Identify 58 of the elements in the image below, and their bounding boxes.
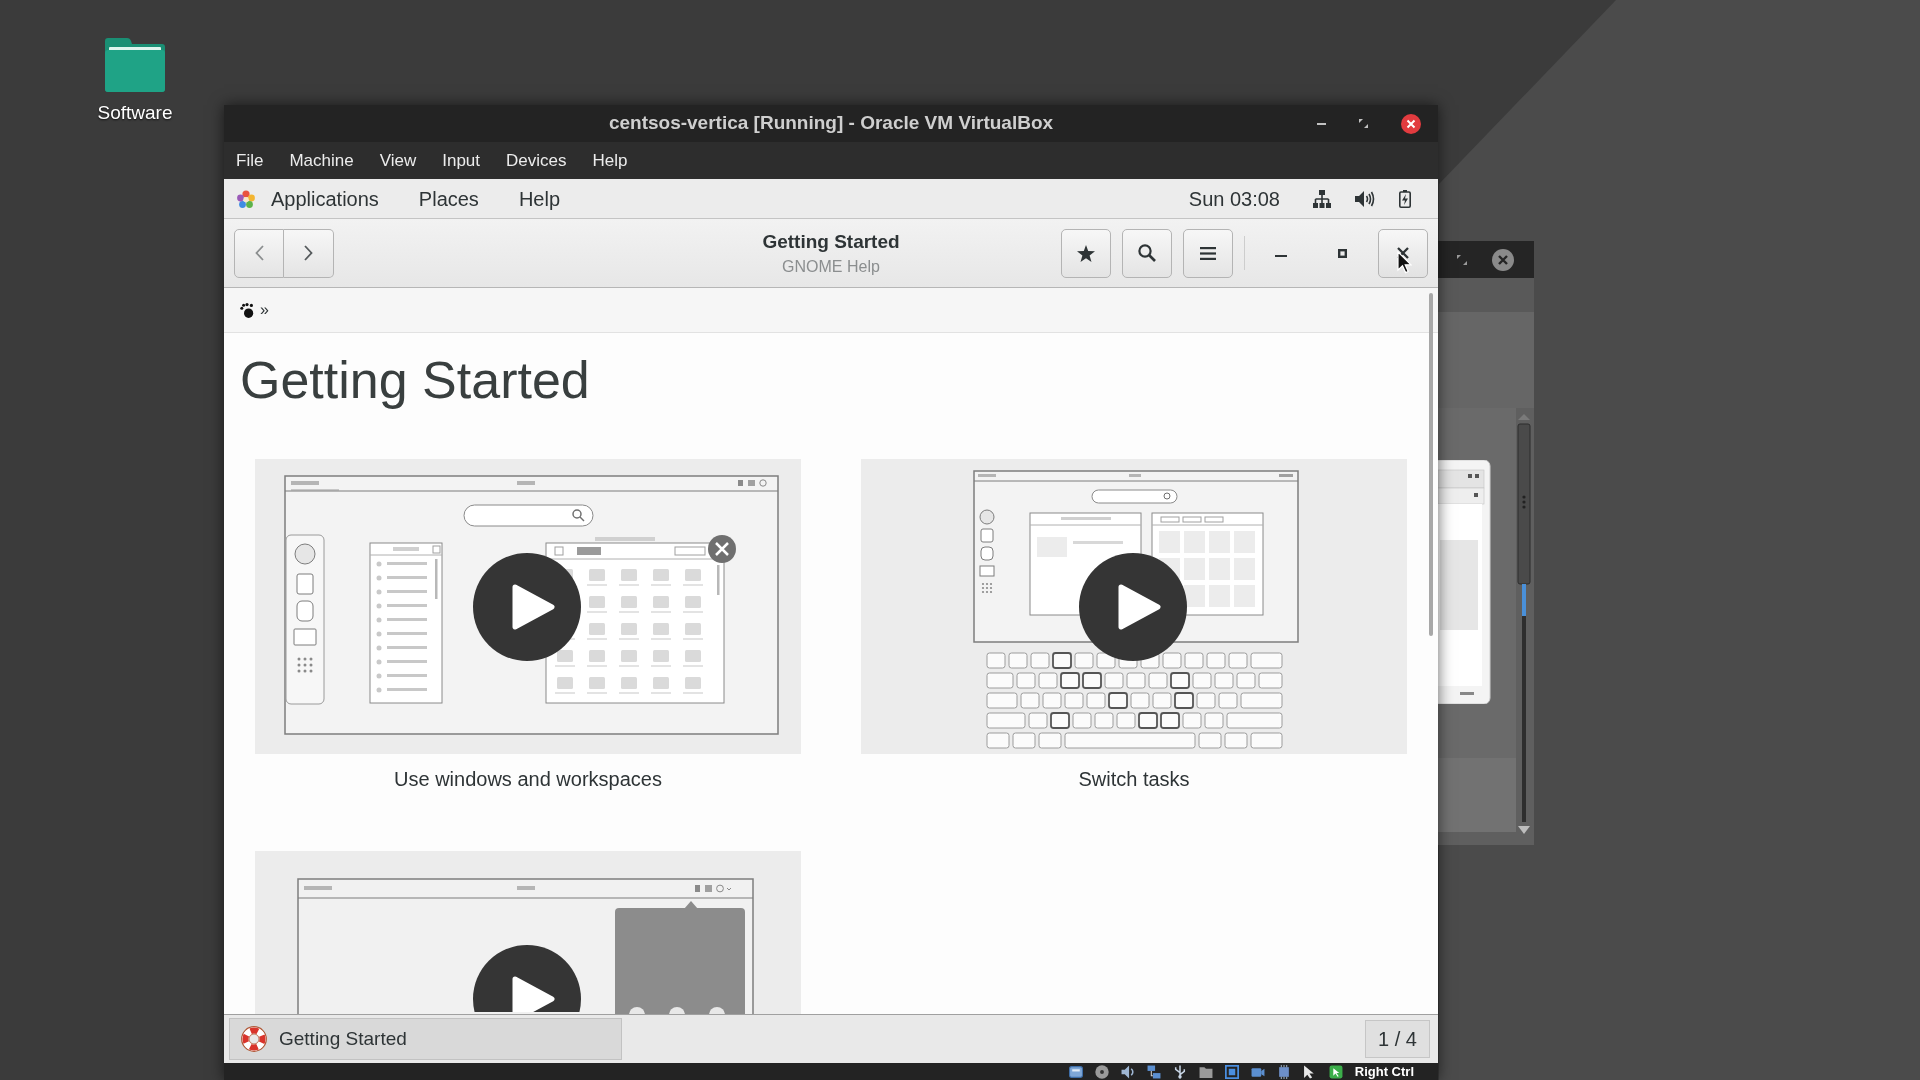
search-button[interactable] [1122, 228, 1172, 278]
breadcrumb-separator: » [260, 300, 269, 320]
chevron-left-icon [254, 245, 264, 261]
menu-button[interactable] [1183, 228, 1233, 278]
network-icon[interactable] [1146, 1064, 1161, 1079]
menu-item[interactable]: File [229, 148, 271, 173]
window-list-item[interactable]: Getting Started [229, 1018, 622, 1060]
minimize-icon [1275, 254, 1287, 258]
display-icon[interactable] [1224, 1064, 1239, 1079]
clock[interactable]: Sun 03:08 [1188, 183, 1280, 214]
play-icon[interactable] [473, 945, 581, 1012]
scrollbar[interactable] [1516, 412, 1532, 836]
bookmark-button[interactable] [1061, 228, 1111, 278]
page-heading: Getting Started [240, 350, 591, 410]
restore-icon[interactable] [1457, 254, 1467, 265]
battery-icon[interactable] [1399, 189, 1411, 208]
mouse-pointer-icon [1397, 251, 1412, 274]
disc-icon[interactable] [1094, 1064, 1109, 1079]
star-icon [1077, 244, 1095, 262]
menu-item[interactable]: Machine [282, 148, 361, 173]
speaker-icon[interactable] [1120, 1064, 1135, 1079]
menu-item[interactable]: View [372, 148, 424, 173]
pointer-icon[interactable] [1302, 1064, 1317, 1079]
top-bar-menu[interactable]: Applications [224, 183, 379, 214]
window-title: Getting Started [762, 229, 900, 254]
close-icon[interactable] [1401, 113, 1421, 134]
search-icon [1138, 244, 1156, 262]
video-caption: Switch tasks [1078, 767, 1190, 791]
menu-item[interactable]: Input [435, 148, 488, 173]
chip-icon[interactable] [1276, 1064, 1291, 1079]
window-subtitle: GNOME Help [782, 256, 880, 277]
menu-item[interactable]: Devices [499, 148, 574, 173]
footprint-icon[interactable] [240, 302, 254, 318]
window-title: centsos-vertica [Running] - Oracle VM VirtualBox [608, 111, 1054, 136]
scrollbar[interactable] [1429, 293, 1433, 636]
top-bar-menu[interactable]: Places [418, 183, 479, 214]
video-caption: Use windows and workspaces [394, 767, 662, 791]
usb-icon[interactable] [1172, 1064, 1187, 1079]
play-icon[interactable] [1079, 553, 1187, 661]
lifebuoy-icon [241, 1026, 267, 1052]
chevron-right-icon [304, 245, 313, 261]
close-icon [1397, 247, 1409, 259]
menu-icon [1200, 246, 1216, 260]
top-bar-menu[interactable]: Help [518, 183, 560, 214]
maximize-icon [1337, 248, 1347, 258]
applications-icon [237, 189, 255, 208]
restore-icon[interactable] [1359, 119, 1368, 128]
volume-icon[interactable] [1355, 190, 1375, 207]
network-icon[interactable] [1313, 189, 1331, 208]
close-button[interactable] [1378, 228, 1428, 278]
play-icon[interactable] [473, 553, 581, 661]
workspace-indicator[interactable]: 1 / 4 [1365, 1020, 1430, 1058]
mouse-icon[interactable] [1328, 1064, 1343, 1079]
desktop-icon-label[interactable]: Software [97, 101, 173, 125]
folder-icon[interactable] [105, 38, 165, 92]
host-key-label: Right Ctrl [1354, 1063, 1414, 1080]
menu-item[interactable]: Help [585, 148, 635, 173]
minimize-icon[interactable] [1317, 122, 1326, 125]
